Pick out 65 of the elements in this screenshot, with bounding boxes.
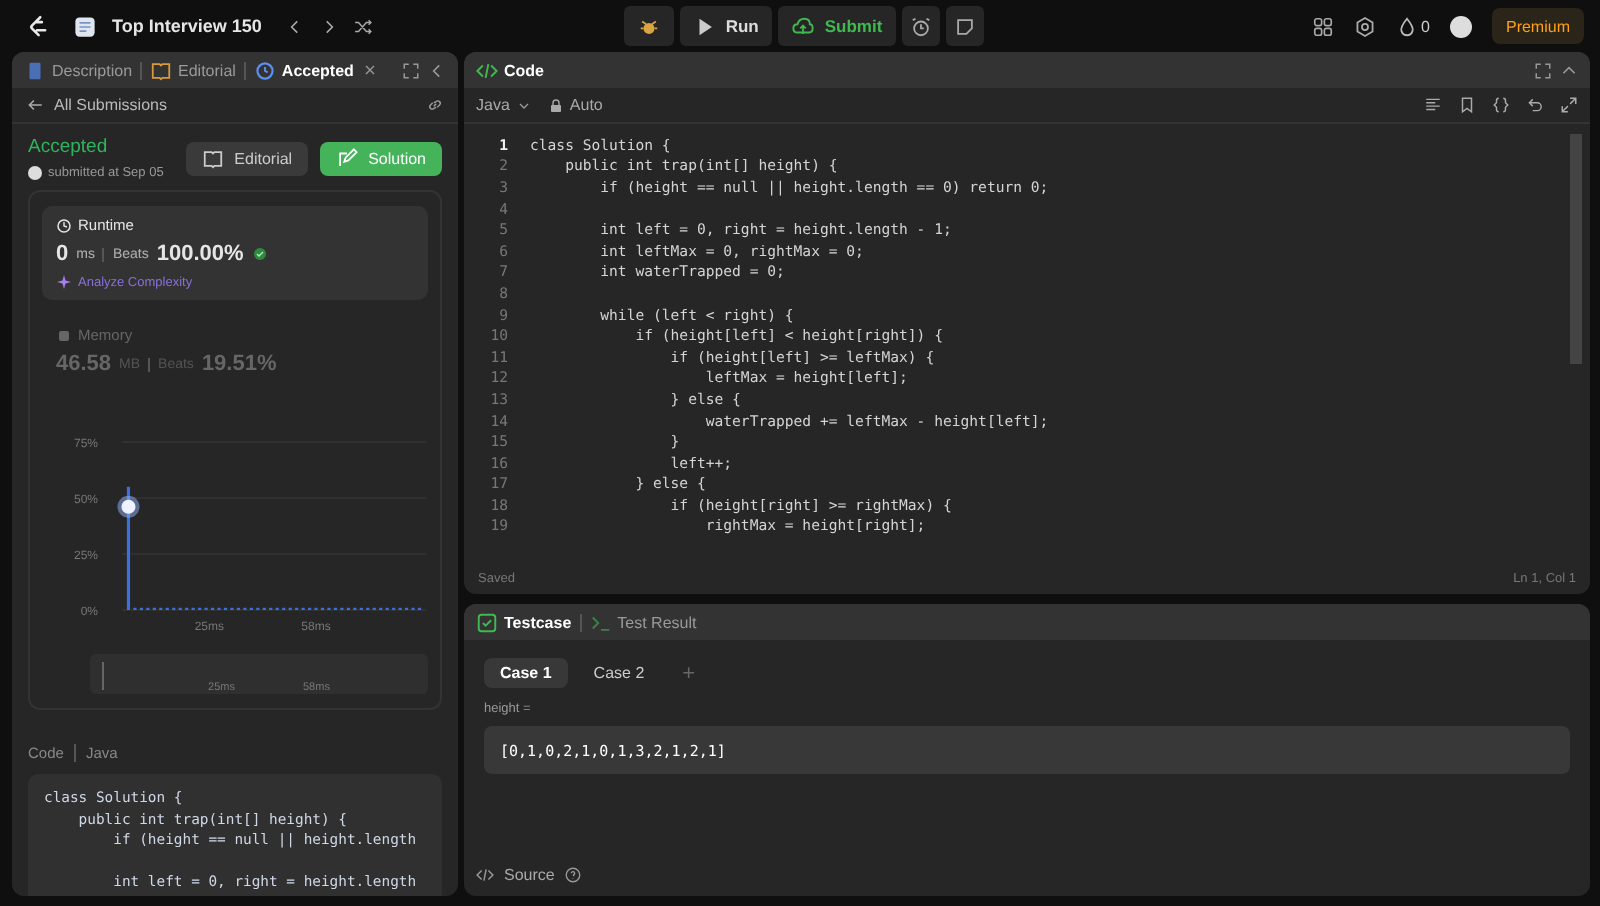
note-icon — [954, 15, 977, 37]
back-arrow-icon — [26, 96, 44, 114]
case-tab[interactable]: Case 2 — [577, 658, 661, 688]
drop-icon — [1395, 15, 1418, 37]
undo-icon[interactable] — [1526, 96, 1544, 114]
back-link[interactable]: All Submissions — [26, 96, 167, 114]
bug-icon — [637, 15, 660, 37]
expand-icon[interactable] — [1560, 96, 1578, 114]
avatar[interactable] — [1449, 15, 1472, 37]
terminal-icon — [589, 611, 612, 633]
language-dropdown[interactable]: Java — [476, 96, 532, 114]
close-icon[interactable] — [361, 62, 378, 78]
chip-icon — [56, 327, 72, 343]
shuffle-icon[interactable] — [353, 17, 372, 35]
help-icon[interactable] — [564, 866, 583, 884]
auto-mode[interactable]: Auto — [547, 96, 603, 114]
result-marker — [117, 495, 140, 518]
checkbox-icon — [476, 611, 498, 633]
code-icon — [476, 866, 494, 884]
fullscreen-icon[interactable] — [1534, 61, 1552, 79]
collapse-icon[interactable] — [1560, 61, 1578, 79]
logo-icon[interactable] — [24, 13, 50, 39]
panel-tab[interactable]: Description — [24, 59, 133, 81]
book-icon — [202, 147, 225, 169]
note-button[interactable] — [946, 6, 985, 46]
braces-icon[interactable] — [1492, 96, 1510, 114]
code-tab[interactable]: Code — [476, 59, 544, 81]
panel-tab[interactable]: Editorial — [150, 59, 236, 81]
code-icon — [476, 59, 498, 81]
grid-icon[interactable] — [1311, 15, 1334, 37]
problem-list-title[interactable]: Top Interview 150 — [112, 16, 262, 36]
beats-percent: 100.00% — [156, 242, 244, 266]
alarm-clock-icon — [910, 15, 933, 37]
status-text: Accepted — [28, 136, 110, 158]
cloud-upload-icon — [792, 15, 815, 37]
clock-icon — [56, 217, 72, 233]
submit-button[interactable]: Submit — [778, 6, 897, 46]
metric-value: 0 — [56, 242, 69, 266]
clock-icon — [253, 59, 276, 81]
beats-percent: 19.51% — [201, 352, 277, 376]
fullscreen-icon[interactable] — [402, 61, 420, 79]
lock-icon — [547, 97, 564, 113]
sparkle-icon — [56, 274, 72, 290]
alarm-clock-button[interactable] — [902, 6, 941, 46]
source-link[interactable]: Source — [476, 866, 555, 884]
panel-tab[interactable]: Testcase — [476, 611, 572, 633]
settings-icon[interactable] — [1353, 15, 1376, 37]
link-icon[interactable] — [426, 96, 444, 114]
debug-button[interactable] — [623, 6, 674, 46]
bookmark-icon[interactable] — [1458, 96, 1476, 114]
run-button[interactable]: Run — [679, 6, 773, 46]
document-icon — [24, 59, 46, 81]
list-icon — [74, 15, 96, 37]
format-icon[interactable] — [1424, 96, 1442, 114]
book-icon — [150, 59, 173, 81]
premium-button[interactable]: Premium — [1491, 8, 1584, 44]
editorial-button[interactable]: Editorial — [186, 141, 309, 175]
avatar — [28, 166, 42, 180]
edit-icon — [336, 147, 359, 169]
panel-tab[interactable]: Test Result — [589, 611, 697, 633]
metric-value: 46.58 — [56, 352, 112, 376]
panel-tab[interactable]: Accepted — [253, 59, 354, 81]
case-tab[interactable]: Case 1 — [484, 658, 568, 688]
badge-icon — [251, 246, 268, 262]
streak-counter[interactable]: 0 — [1395, 15, 1430, 37]
